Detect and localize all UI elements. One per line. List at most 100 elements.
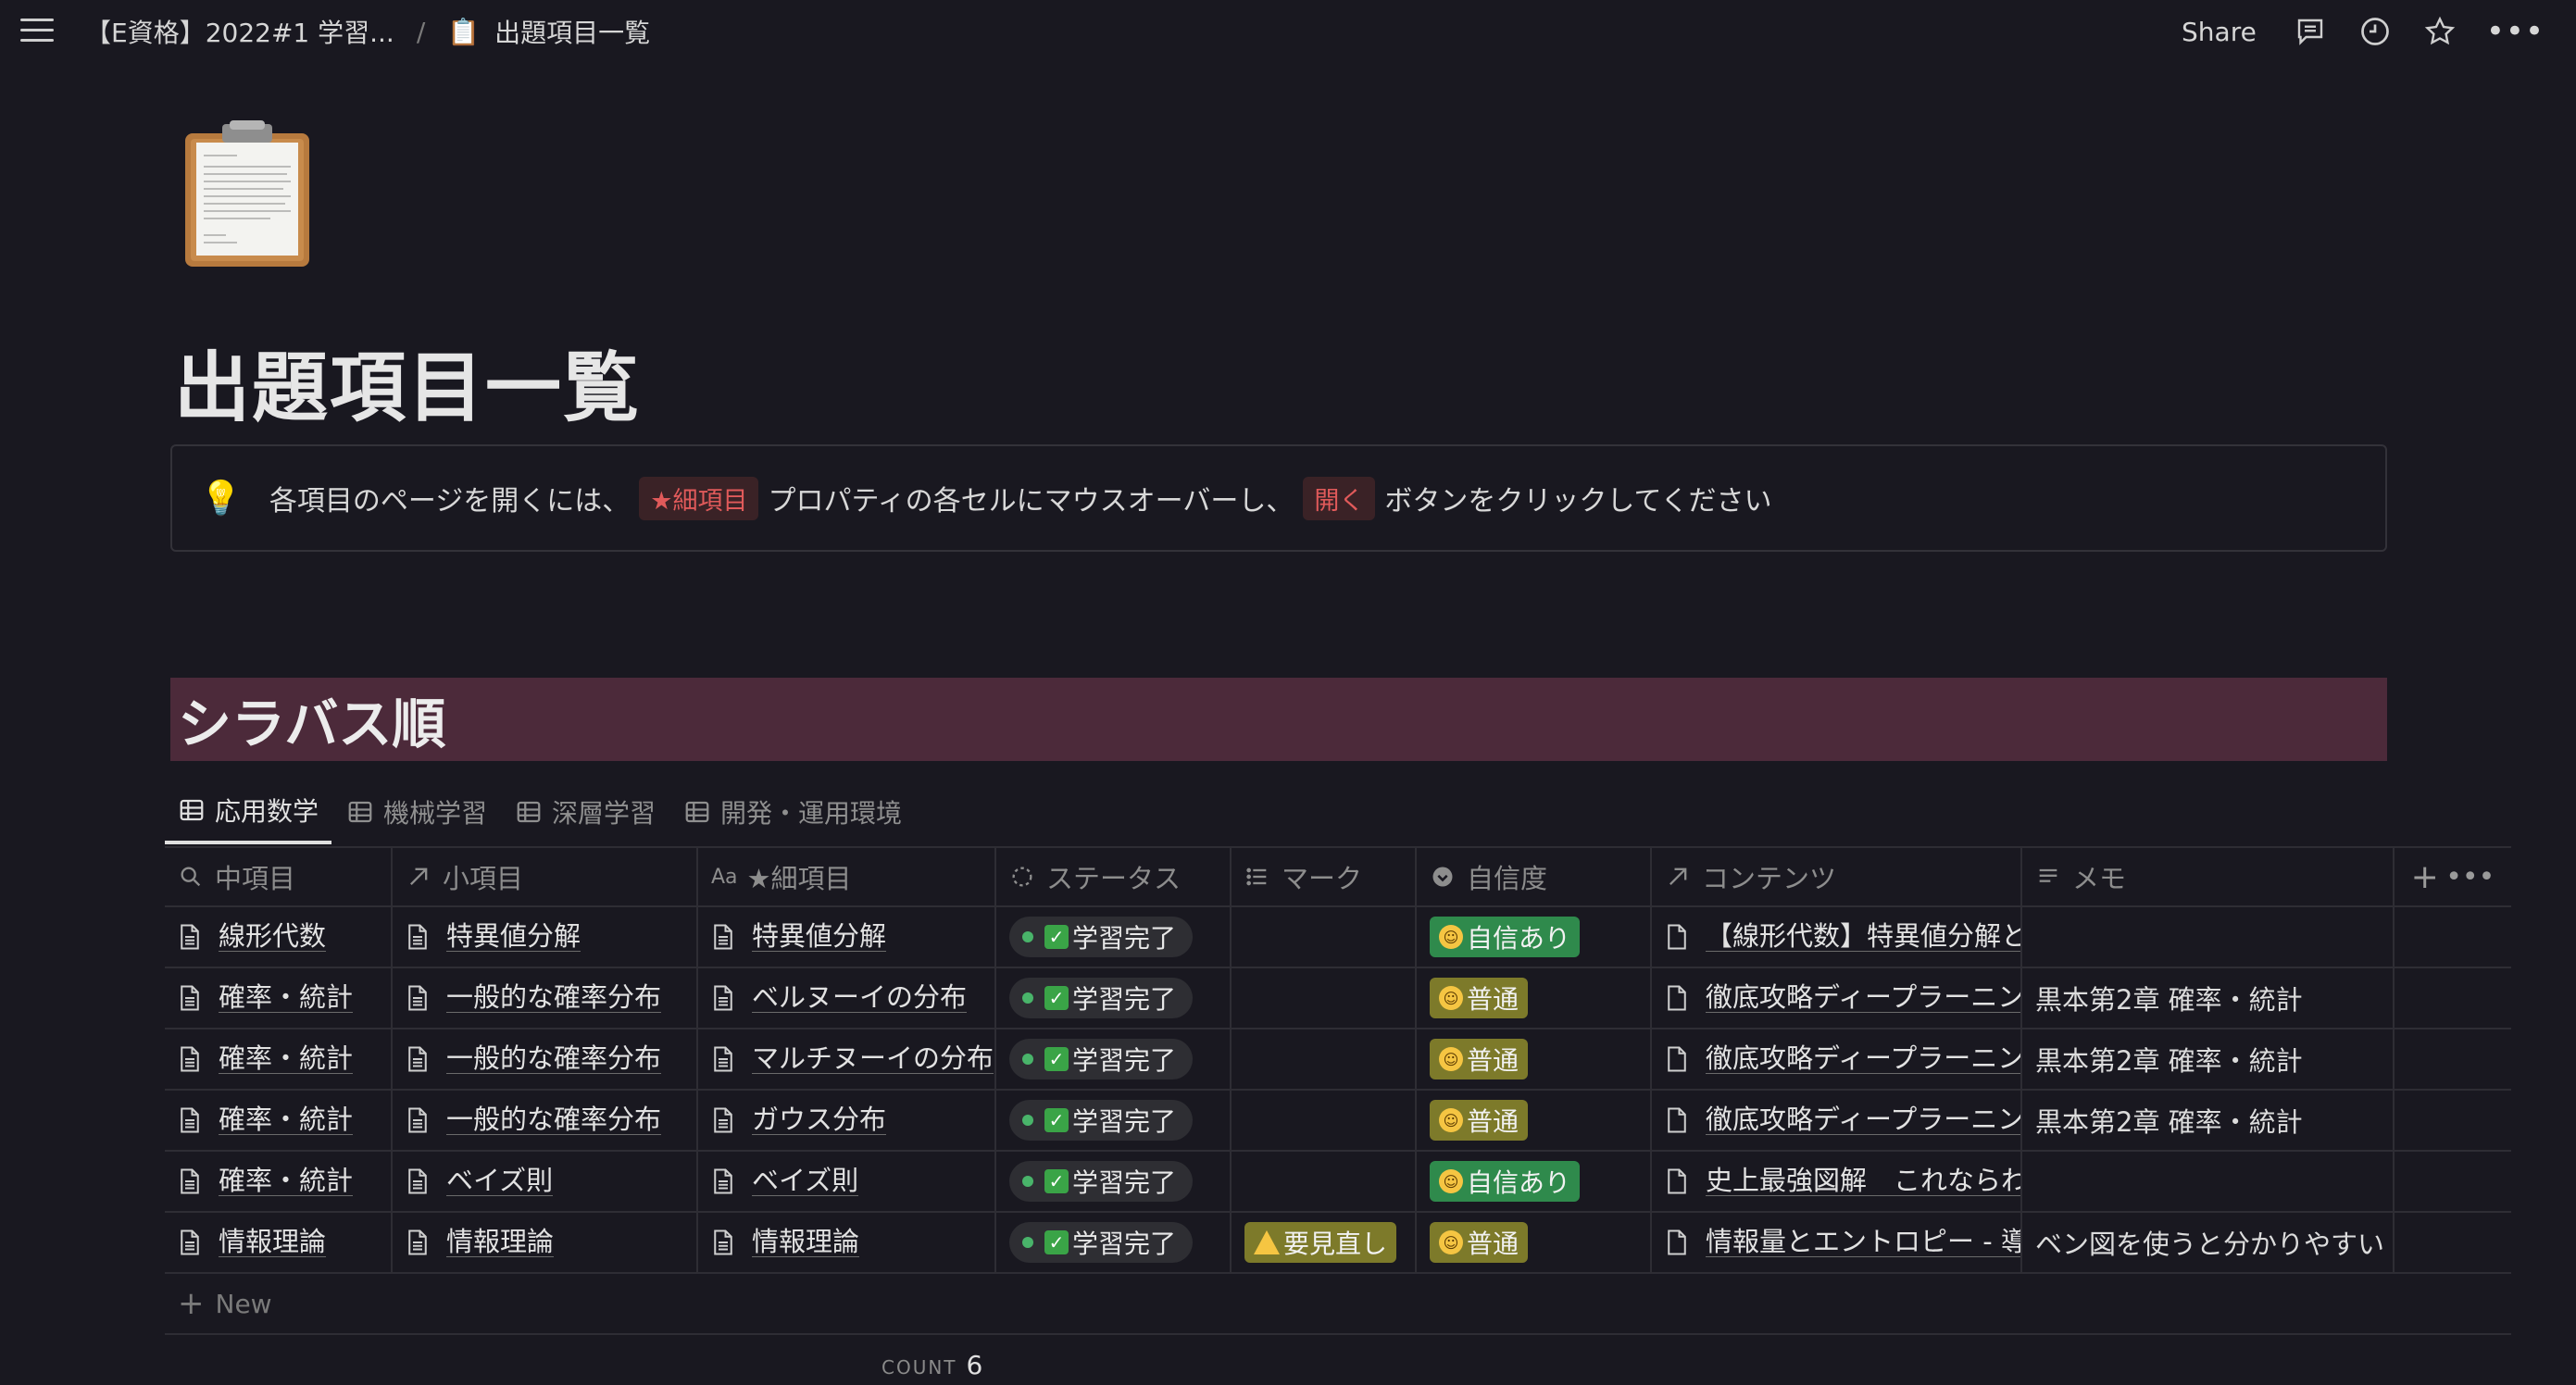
cell-detail[interactable]: ベルヌーイの分布 — [698, 968, 996, 1028]
cell-content-link[interactable]: 徹底攻略ディープラーニン — [1706, 1043, 2020, 1075]
cell-content[interactable]: 情報量とエントロピー - 導 — [1652, 1213, 2022, 1272]
cell-detail[interactable]: マルチヌーイの分布 — [698, 1029, 996, 1089]
share-button[interactable]: Share — [2182, 17, 2257, 47]
cell-middle[interactable]: 確率・統計 — [165, 1029, 393, 1089]
table-row[interactable]: 確率・統計 一般的な確率分布 マルチヌーイの分布 ✓ 学習完了 ☺ 普通 徹底攻略ディープラー… — [165, 1029, 2511, 1091]
cell-small-link[interactable]: 一般的な確率分布 — [446, 982, 662, 1014]
cell-middle-link[interactable]: 確率・統計 — [219, 1043, 354, 1075]
confidence-tag[interactable]: ☺ 自信あり — [1430, 917, 1581, 957]
cell-memo[interactable]: 黒本第2章 確率・統計 — [2022, 968, 2395, 1028]
status-pill[interactable]: ✓ 学習完了 — [1009, 1039, 1194, 1079]
cell-status[interactable]: ✓ 学習完了 — [996, 907, 1232, 967]
column-header-status[interactable]: ステータス — [996, 848, 1232, 905]
tab-dev-environment[interactable]: 開発・運用環境 — [670, 780, 915, 844]
cell-status[interactable]: ✓ 学習完了 — [996, 1029, 1232, 1089]
cell-middle[interactable]: 確率・統計 — [165, 1091, 393, 1150]
cell-content-link[interactable]: 徹底攻略ディープラーニン — [1706, 982, 2020, 1014]
tab-deep-learning[interactable]: 深層学習 — [502, 780, 669, 844]
cell-detail-title[interactable]: 特異値分解 — [752, 921, 887, 953]
cell-content[interactable]: 史上最強図解 これならわ — [1652, 1152, 2022, 1211]
cell-detail[interactable]: ガウス分布 — [698, 1091, 996, 1150]
cell-mark[interactable] — [1232, 907, 1417, 967]
cell-content[interactable]: 【線形代数】特異値分解と — [1652, 907, 2022, 967]
cell-content[interactable]: 徹底攻略ディープラーニン — [1652, 968, 2022, 1028]
cell-memo[interactable]: 黒本第2章 確率・統計 — [2022, 1029, 2395, 1089]
cell-detail-title[interactable]: 情報理論 — [752, 1227, 860, 1258]
column-header-detail[interactable]: Aa ★細項目 — [698, 848, 996, 905]
table-row[interactable]: 確率・統計 一般的な確率分布 ガウス分布 ✓ 学習完了 ☺ 普通 徹底攻略ディープラーニン 黒本… — [165, 1091, 2511, 1152]
confidence-tag[interactable]: ☺ 普通 — [1430, 978, 1529, 1018]
breadcrumb-current[interactable]: 出題項目一覧 — [494, 13, 650, 50]
cell-mark[interactable] — [1232, 1091, 1417, 1150]
cell-confidence[interactable]: ☺ 自信あり — [1417, 907, 1652, 967]
confidence-tag[interactable]: ☺ 自信あり — [1430, 1161, 1581, 1202]
cell-content-link[interactable]: 【線形代数】特異値分解と — [1706, 921, 2020, 953]
history-icon[interactable] — [2357, 13, 2394, 50]
confidence-tag[interactable]: ☺ 普通 — [1430, 1039, 1529, 1079]
cell-content-link[interactable]: 情報量とエントロピー - 導 — [1706, 1227, 2020, 1258]
cell-content-link[interactable]: 徹底攻略ディープラーニン — [1706, 1104, 2020, 1136]
cell-mark[interactable] — [1232, 1152, 1417, 1211]
cell-confidence[interactable]: ☺ 普通 — [1417, 1213, 1652, 1272]
cell-memo[interactable]: ベン図を使うと分かりやすい — [2022, 1213, 2395, 1272]
cell-mark[interactable] — [1232, 1029, 1417, 1089]
cell-small[interactable]: 特異値分解 — [393, 907, 698, 967]
more-icon[interactable]: ••• — [2486, 16, 2545, 47]
column-header-content[interactable]: コンテンツ — [1652, 848, 2022, 905]
cell-confidence[interactable]: ☺ 普通 — [1417, 1091, 1652, 1150]
cell-middle-link[interactable]: 線形代数 — [219, 921, 327, 953]
cell-status[interactable]: ✓ 学習完了 — [996, 1152, 1232, 1211]
cell-confidence[interactable]: ☺ 普通 — [1417, 968, 1652, 1028]
new-row-button[interactable]: + New — [165, 1274, 2511, 1335]
column-header-small[interactable]: 小項目 — [393, 848, 698, 905]
clipboard-icon[interactable] — [181, 119, 313, 268]
confidence-tag[interactable]: ☺ 普通 — [1430, 1222, 1529, 1263]
status-pill[interactable]: ✓ 学習完了 — [1009, 978, 1194, 1018]
cell-memo[interactable] — [2022, 907, 2395, 967]
cell-detail-title[interactable]: ベイズ則 — [752, 1166, 859, 1197]
add-property-button[interactable]: + — [2411, 858, 2439, 896]
comment-icon[interactable] — [2292, 13, 2329, 50]
confidence-tag[interactable]: ☺ 普通 — [1430, 1100, 1529, 1141]
menu-icon[interactable] — [20, 19, 54, 44]
cell-middle[interactable]: 確率・統計 — [165, 968, 393, 1028]
cell-confidence[interactable]: ☺ 普通 — [1417, 1029, 1652, 1089]
tab-applied-math[interactable]: 応用数学 — [165, 780, 332, 844]
cell-middle[interactable]: 確率・統計 — [165, 1152, 393, 1211]
cell-status[interactable]: ✓ 学習完了 — [996, 968, 1232, 1028]
cell-detail[interactable]: ベイズ則 — [698, 1152, 996, 1211]
cell-small-link[interactable]: 一般的な確率分布 — [446, 1104, 662, 1136]
cell-middle-link[interactable]: 情報理論 — [219, 1227, 327, 1258]
cell-content-link[interactable]: 史上最強図解 これならわ — [1706, 1166, 2020, 1197]
cell-small-link[interactable]: 特異値分解 — [446, 921, 581, 953]
column-header-middle[interactable]: 中項目 — [165, 848, 393, 905]
cell-small[interactable]: 情報理論 — [393, 1213, 698, 1272]
cell-detail[interactable]: 特異値分解 — [698, 907, 996, 967]
status-pill[interactable]: ✓ 学習完了 — [1009, 1100, 1194, 1141]
star-icon[interactable] — [2421, 13, 2458, 50]
cell-status[interactable]: ✓ 学習完了 — [996, 1091, 1232, 1150]
cell-middle-link[interactable]: 確率・統計 — [219, 982, 354, 1014]
cell-detail-title[interactable]: マルチヌーイの分布 — [752, 1043, 994, 1075]
cell-memo[interactable]: 黒本第2章 確率・統計 — [2022, 1091, 2395, 1150]
breadcrumb-parent[interactable]: 【E資格】2022#1 学習... — [85, 13, 394, 50]
cell-mark[interactable] — [1232, 968, 1417, 1028]
cell-detail-title[interactable]: ベルヌーイの分布 — [752, 982, 968, 1014]
column-header-memo[interactable]: メモ — [2022, 848, 2395, 905]
cell-small[interactable]: 一般的な確率分布 — [393, 968, 698, 1028]
cell-detail-title[interactable]: ガウス分布 — [752, 1104, 887, 1136]
cell-small-link[interactable]: ベイズ則 — [446, 1166, 554, 1197]
status-pill[interactable]: ✓ 学習完了 — [1009, 1161, 1194, 1202]
cell-middle-link[interactable]: 確率・統計 — [219, 1166, 354, 1197]
mark-tag[interactable]: 要見直し — [1244, 1222, 1397, 1263]
tab-machine-learning[interactable]: 機械学習 — [333, 780, 500, 844]
cell-middle[interactable]: 線形代数 — [165, 907, 393, 967]
cell-small-link[interactable]: 情報理論 — [446, 1227, 555, 1258]
column-header-confidence[interactable]: 自信度 — [1417, 848, 1652, 905]
cell-detail[interactable]: 情報理論 — [698, 1213, 996, 1272]
table-row[interactable]: 確率・統計 ベイズ則 ベイズ則 ✓ 学習完了 ☺ 自信あり 史上最強図解 これならわ — [165, 1152, 2511, 1213]
cell-small[interactable]: 一般的な確率分布 — [393, 1029, 698, 1089]
cell-small[interactable]: 一般的な確率分布 — [393, 1091, 698, 1150]
table-row[interactable]: 線形代数 特異値分解 特異値分解 ✓ 学習完了 ☺ 自信あり 【線形代数】特異値分解と — [165, 907, 2511, 968]
cell-status[interactable]: ✓ 学習完了 — [996, 1213, 1232, 1272]
